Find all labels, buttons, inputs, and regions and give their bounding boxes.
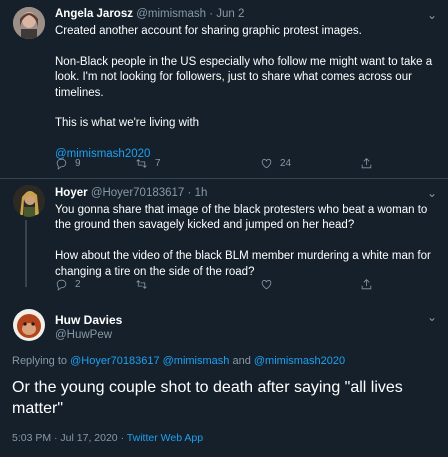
reply-count: 9 (75, 158, 81, 169)
like-icon (261, 159, 272, 169)
like-count: 24 (280, 158, 292, 169)
replying-to-line: Replying to @Hoyer70183617 @mimismash an… (12, 355, 345, 367)
main-author-name[interactable]: Huw Davies (55, 313, 122, 327)
client-link[interactable]: Twitter Web App (127, 432, 203, 444)
tweet-thread: Angela Jarosz @mimismash · Jun 2 Created… (0, 0, 448, 457)
tweet-date[interactable]: 1h (195, 187, 208, 199)
tweet-paragraph: Non-Black people in the US especially wh… (55, 55, 433, 99)
reply-count: 2 (75, 279, 81, 290)
replying-prefix: Replying to (12, 355, 68, 367)
tweet-header: Hoyer @Hoyer70183617 · 1h (55, 186, 438, 201)
like-icon (261, 280, 272, 290)
tweet-paragraph: How about the video of the black BLM mem… (55, 250, 431, 278)
avatar-huw-image (13, 309, 45, 341)
share-icon (361, 279, 372, 290)
share-button[interactable] (360, 157, 373, 170)
tweet-paragraph: This is what we're living with (55, 117, 200, 130)
author-handle[interactable]: @mimismash (136, 8, 206, 20)
tweet-header: Angela Jarosz @mimismash · Jun 2 (55, 7, 438, 22)
avatar-angela[interactable] (13, 7, 45, 39)
main-tweet-text: Or the young couple shot to death after … (12, 379, 403, 417)
retweet-button[interactable]: 7 (135, 157, 161, 170)
main-tweet-meta: 5:03 PM · Jul 17, 2020 · Twitter Web App (12, 432, 203, 444)
separator: · (209, 8, 214, 20)
avatar-angela-image (13, 7, 45, 39)
main-author-handle[interactable]: @HuwPew (55, 329, 122, 341)
avatar-hoyer-image (13, 185, 45, 217)
main-timestamp[interactable]: 5:03 PM · Jul 17, 2020 · (12, 432, 124, 444)
divider (0, 178, 448, 179)
reply-icon (56, 279, 67, 291)
author-name[interactable]: Hoyer (55, 187, 88, 199)
replying-and: and (232, 355, 251, 367)
more-icon[interactable]: ⌄ (424, 187, 440, 204)
retweet-icon (136, 280, 147, 289)
tweet-date[interactable]: Jun 2 (216, 8, 244, 20)
like-button[interactable] (260, 278, 273, 291)
more-icon[interactable]: ⌄ (424, 9, 440, 26)
separator: · (187, 187, 192, 199)
reply-mention-3[interactable]: @mimismash2020 (254, 355, 345, 367)
tweet-paragraph: You gonna share that image of the black … (55, 204, 428, 232)
reply-mention-1[interactable]: @Hoyer70183617 (70, 355, 159, 367)
thread-connector (25, 220, 27, 287)
share-icon (361, 158, 372, 169)
retweet-icon (136, 159, 147, 168)
tweet-paragraph: Created another account for sharing grap… (55, 25, 362, 37)
reply-button[interactable]: 9 (55, 157, 81, 170)
avatar-huw[interactable] (13, 309, 45, 341)
avatar-hoyer[interactable] (13, 185, 45, 217)
author-name[interactable]: Angela Jarosz (55, 8, 133, 20)
tweet-text: You gonna share that image of the black … (55, 203, 438, 280)
share-button[interactable] (360, 278, 373, 291)
tweet-text: Created another account for sharing grap… (55, 24, 438, 163)
more-icon[interactable]: ⌄ (424, 311, 440, 328)
retweet-count: 7 (155, 158, 161, 169)
tweet-actions: 2 (55, 278, 448, 294)
retweet-button[interactable] (135, 278, 148, 291)
reply-mention-2[interactable]: @mimismash (163, 355, 230, 367)
like-button[interactable]: 24 (260, 157, 291, 170)
author-handle[interactable]: @Hoyer70183617 (91, 187, 185, 199)
reply-icon (56, 158, 67, 170)
reply-button[interactable]: 2 (55, 278, 81, 291)
tweet-actions: 9 7 24 (55, 157, 448, 173)
